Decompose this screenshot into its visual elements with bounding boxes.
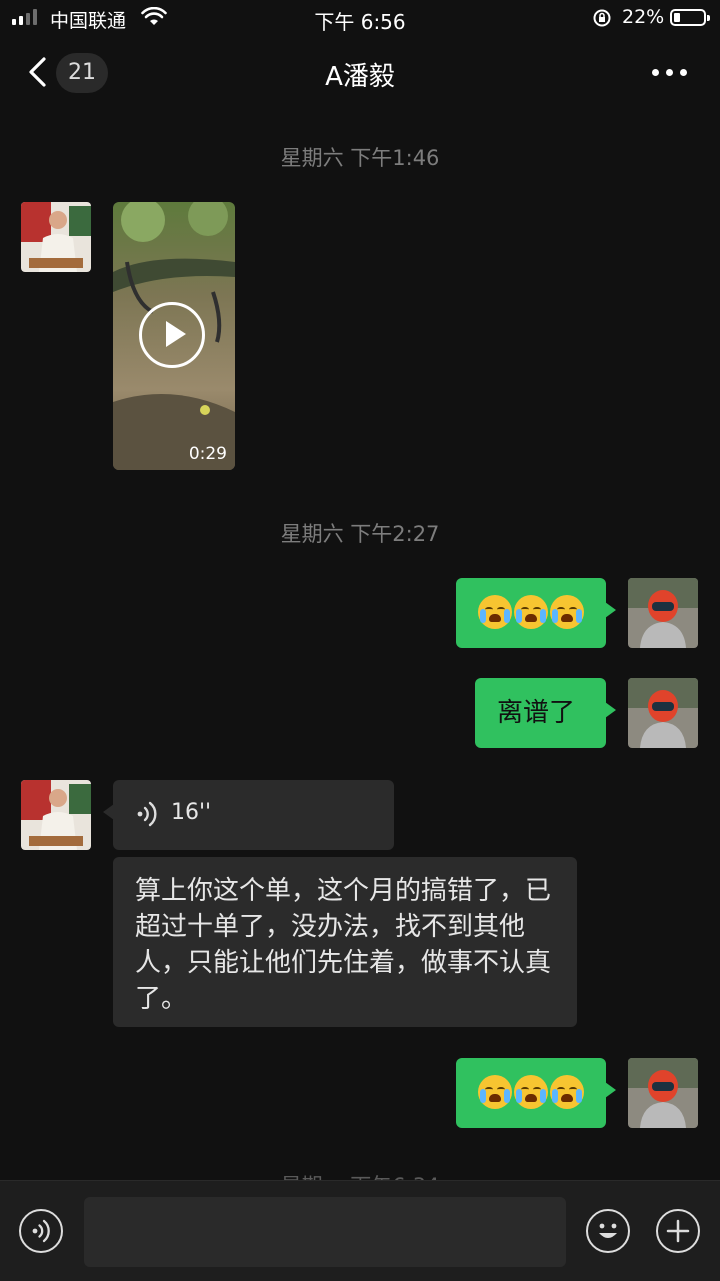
contact-avatar[interactable] — [21, 780, 91, 850]
voice-mode-icon[interactable] — [19, 1209, 63, 1253]
voice-message[interactable]: 16'' — [103, 780, 394, 850]
video-message[interactable]: 0:29 — [113, 202, 235, 470]
message-input[interactable] — [84, 1197, 566, 1267]
message-timestamp: 星期六 下午2:27 — [280, 522, 440, 546]
battery-percent: 22% — [622, 6, 665, 28]
smiley-icon[interactable] — [586, 1209, 630, 1253]
rotation-lock-icon — [593, 9, 611, 27]
status-bar: 中国联通 下午 6:56 22% — [0, 0, 720, 36]
chat-title: A潘毅 — [325, 62, 395, 92]
status-time: 下午 6:56 — [314, 10, 406, 34]
chat-header: 21 A潘毅 — [0, 36, 720, 110]
my-avatar[interactable] — [628, 578, 698, 648]
transcript-text: 算上你这个单，这个月的搞错了，已超过十单了，没办法，找不到其他人，只能让他们先住… — [135, 876, 552, 1014]
message-timestamp: 星期六 下午1:46 — [280, 146, 440, 170]
crying-face-icon — [550, 595, 584, 629]
crying-face-icon — [550, 1075, 584, 1109]
crying-face-icon — [514, 1075, 548, 1109]
sent-text-message[interactable]: 离谱了 — [475, 678, 616, 748]
plus-icon[interactable] — [656, 1209, 700, 1253]
message-text: 离谱了 — [497, 698, 576, 728]
more-dots-icon[interactable] — [652, 64, 692, 80]
video-duration: 0:29 — [188, 444, 227, 464]
my-avatar[interactable] — [628, 1058, 698, 1128]
crying-face-icon — [478, 595, 512, 629]
voice-transcript[interactable]: 算上你这个单，这个月的搞错了，已超过十单了，没办法，找不到其他人，只能让他们先住… — [113, 857, 577, 1027]
sent-emoji-message[interactable] — [456, 1058, 616, 1128]
crying-emoji-group — [478, 1075, 584, 1109]
my-avatar[interactable] — [628, 678, 698, 748]
input-bar — [0, 1180, 720, 1281]
crying-emoji-group — [478, 595, 584, 629]
voice-duration: 16'' — [171, 800, 212, 825]
crying-face-icon — [514, 595, 548, 629]
sent-emoji-message[interactable] — [456, 578, 616, 648]
battery-icon — [670, 9, 710, 26]
voice-wave-icon — [137, 801, 157, 827]
crying-face-icon — [478, 1075, 512, 1109]
play-icon[interactable] — [139, 302, 205, 368]
contact-avatar[interactable] — [21, 202, 91, 272]
